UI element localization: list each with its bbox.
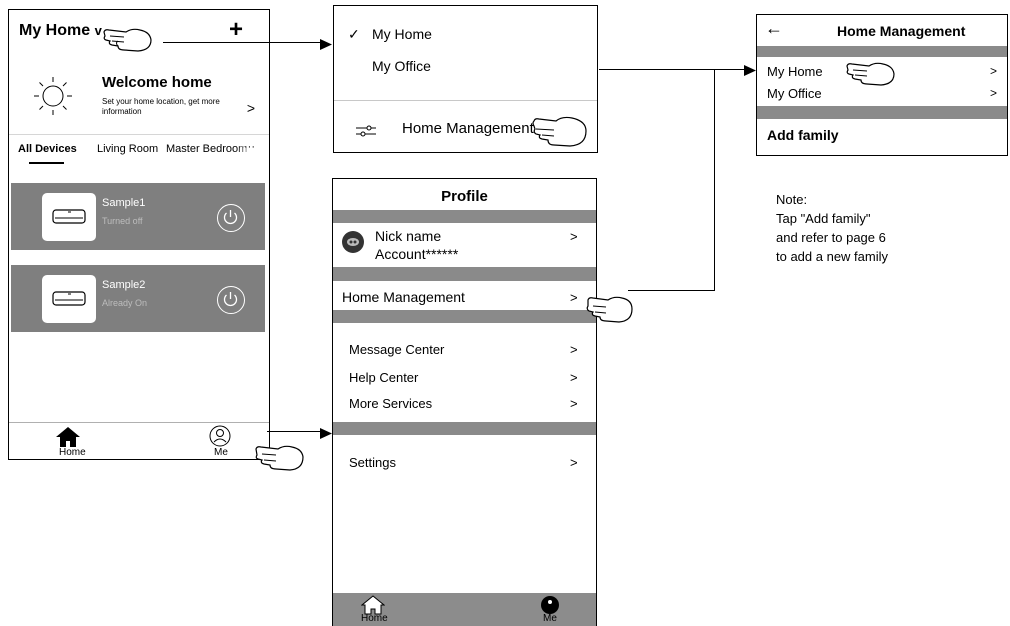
note-text: Note: Tap "Add family" and refer to page… (776, 190, 888, 266)
menu-item-message-center[interactable]: Message Center (349, 342, 444, 357)
bottom-nav: Home Me (9, 422, 269, 459)
chevron-right-icon[interactable]: > (990, 86, 997, 100)
menu-item-settings[interactable]: Settings (349, 455, 396, 470)
back-arrow-icon[interactable]: ← (765, 18, 783, 39)
chevron-right-icon[interactable]: > (570, 290, 578, 305)
more-tabs-icon[interactable]: ··· (244, 141, 255, 153)
dropdown-item-my-home[interactable]: My Home (372, 26, 432, 42)
device-name: Sample2 (102, 279, 146, 291)
chevron-right-icon[interactable]: > (990, 64, 997, 78)
chevron-right-icon[interactable]: > (570, 342, 578, 357)
sun-icon (31, 74, 75, 123)
home-management-item[interactable]: Home Management (342, 289, 465, 305)
power-icon (223, 292, 238, 307)
chevron-right-icon[interactable]: > (247, 100, 255, 116)
divider (9, 134, 269, 135)
hand-pointer-icon (845, 60, 897, 88)
avatar-icon[interactable] (341, 230, 365, 259)
chevron-right-icon[interactable]: > (570, 455, 578, 470)
nav-home-label[interactable]: Home (59, 447, 86, 458)
section-divider (333, 310, 596, 323)
nav-me-label[interactable]: Me (543, 613, 557, 624)
account-id: Account****** (375, 246, 459, 262)
power-icon (223, 210, 238, 225)
home-selector[interactable]: My Home v (19, 22, 102, 40)
home-management-button[interactable]: Home Management (402, 120, 534, 137)
arrow-head-icon (320, 426, 332, 444)
tab-living-room[interactable]: Living Room (97, 143, 158, 155)
welcome-subtitle[interactable]: Set your home location, get more informa… (102, 97, 252, 117)
device-card[interactable]: Sample2 Already On (11, 265, 265, 332)
nick-name[interactable]: Nick name (375, 228, 441, 244)
device-card[interactable]: Sample1 Turned off (11, 183, 265, 250)
air-conditioner-icon (42, 275, 96, 323)
hand-pointer-icon (586, 294, 634, 324)
profile-screen: Profile Nick name Account****** > Home M… (332, 178, 597, 626)
menu-item-more-services[interactable]: More Services (349, 396, 432, 411)
air-conditioner-icon (42, 193, 96, 241)
note-line: to add a new family (776, 249, 889, 264)
section-divider (333, 267, 596, 281)
add-family-button[interactable]: Add family (767, 127, 839, 143)
menu-item-help-center[interactable]: Help Center (349, 370, 418, 385)
flow-arrow-line (628, 290, 715, 291)
bottom-nav: Home Me (333, 593, 596, 626)
welcome-title: Welcome home (102, 74, 212, 91)
section-divider (757, 46, 1007, 57)
hand-pointer-icon (254, 443, 306, 473)
arrow-head-icon (744, 63, 756, 81)
flow-arrow-line (267, 431, 322, 432)
power-button[interactable] (217, 286, 245, 314)
device-status: Turned off (102, 216, 143, 226)
page-title: Home Management (837, 23, 966, 39)
flow-arrow-line (163, 42, 321, 43)
active-tab-indicator (29, 162, 64, 164)
section-divider (333, 422, 596, 435)
note-line: Note: (776, 192, 808, 207)
chevron-right-icon[interactable]: > (570, 370, 578, 385)
tab-all-devices[interactable]: All Devices (18, 143, 77, 155)
section-divider (333, 210, 596, 223)
chevron-right-icon[interactable]: > (570, 229, 578, 244)
note-line: Tap "Add family" (776, 211, 871, 226)
hand-pointer-icon (102, 26, 154, 54)
arrow-head-icon (320, 37, 332, 55)
home-title: My Home (19, 22, 91, 39)
add-button[interactable]: + (229, 16, 243, 44)
dropdown-item-my-office[interactable]: My Office (372, 58, 431, 74)
chevron-down-icon: v (94, 23, 102, 38)
nav-me-label[interactable]: Me (214, 447, 228, 458)
flow-arrow-line (714, 69, 715, 290)
device-status: Already On (102, 298, 148, 308)
hand-pointer-icon (532, 113, 588, 149)
section-divider (757, 106, 1007, 119)
divider (334, 100, 597, 101)
nav-home-label[interactable]: Home (361, 613, 388, 624)
home-item-my-office[interactable]: My Office (767, 86, 822, 101)
device-name: Sample1 (102, 197, 146, 209)
power-button[interactable] (217, 204, 245, 232)
filter-icon (356, 124, 376, 142)
home-screen: My Home v + Welcome home Set your home l… (8, 9, 270, 460)
checkmark-icon: ✓ (348, 26, 360, 42)
flow-arrow-line (599, 69, 745, 70)
room-tabs: All Devices Living Room Master Bedroom ·… (9, 138, 269, 166)
chevron-right-icon[interactable]: > (570, 396, 578, 411)
note-line: and refer to page 6 (776, 230, 886, 245)
home-item-my-home[interactable]: My Home (767, 64, 823, 79)
page-title: Profile (441, 188, 488, 205)
